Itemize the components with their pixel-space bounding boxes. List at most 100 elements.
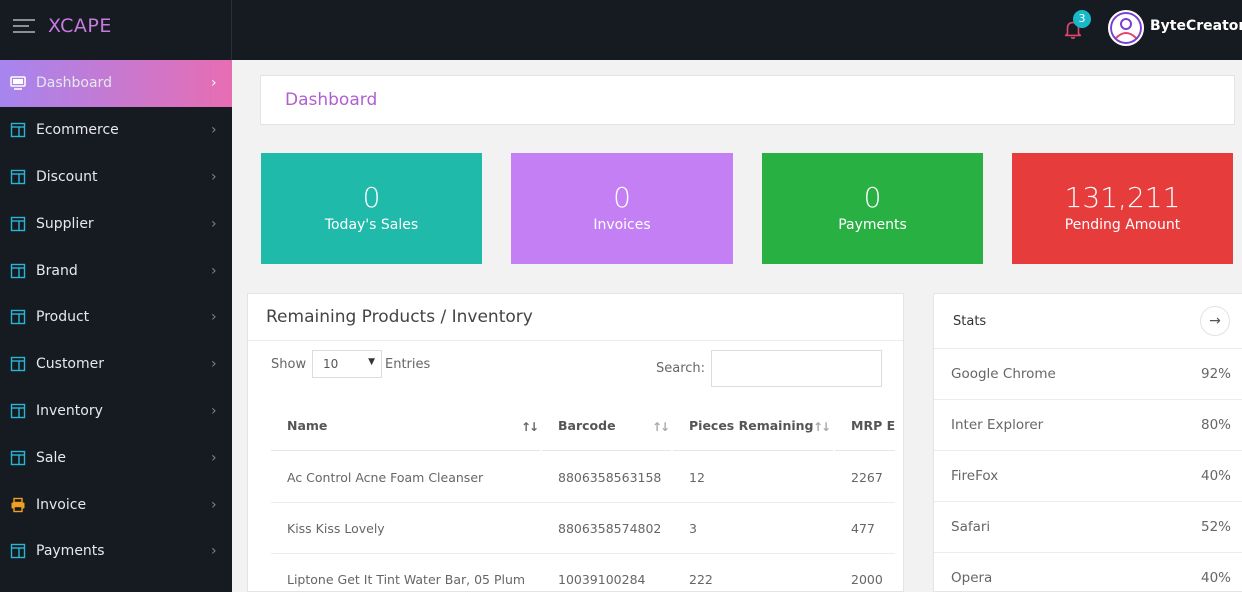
stat-label: Invoices [593, 217, 651, 233]
search-input[interactable] [711, 350, 882, 387]
entries-select-value: 10 [323, 357, 339, 371]
sidebar-item-sale[interactable]: Sale › [0, 434, 232, 481]
layout-icon [10, 544, 26, 559]
user-avatar[interactable] [1108, 10, 1144, 46]
sidebar-item-dashboard[interactable]: Dashboard › [0, 60, 232, 107]
chevron-right-icon: › [211, 122, 217, 139]
stats-row: Inter Explorer 80% [934, 399, 1242, 450]
sidebar-item-ecommerce[interactable]: Ecommerce › [0, 107, 232, 154]
stats-row: FireFox 40% [934, 450, 1242, 501]
sidebar-item-label: Payments [36, 543, 105, 560]
layout-icon [10, 450, 26, 465]
column-header-label: Pieces Remaining [689, 418, 814, 433]
sidebar-item-label: Customer [36, 356, 105, 373]
layout-icon [10, 122, 26, 138]
cell-barcode: 10039100284 [558, 572, 646, 587]
sort-icon: ↑↓ [813, 420, 831, 434]
show-label: Show [271, 357, 307, 372]
stat-value: 131,211 [1064, 181, 1181, 214]
sidebar-item-brand[interactable]: Brand › [0, 247, 232, 294]
monitor-icon [10, 76, 26, 91]
printer-icon [11, 497, 25, 512]
sidebar-item-label: Dashboard [36, 75, 112, 92]
cell-mrp: 2000 [851, 572, 883, 587]
layout-icon [10, 169, 26, 185]
sidebar-item-label: Inventory [36, 402, 103, 419]
sidebar-item-inventory[interactable]: Inventory › [0, 388, 232, 435]
stats-name: Google Chrome [951, 366, 1056, 382]
entries-label: Entries [385, 357, 431, 372]
sidebar-item-supplier[interactable]: Supplier › [0, 200, 232, 247]
chevron-right-icon: › [211, 75, 217, 92]
caret-down-icon: ▼ [368, 357, 375, 367]
app-logo[interactable]: XCAPE [48, 15, 112, 37]
sidebar-item-discount[interactable]: Discount › [0, 154, 232, 201]
inventory-table: Name ↑↓ Barcode ↑↓ Pieces Remaining ↑↓ M… [271, 401, 895, 592]
stats-name: Safari [951, 519, 991, 535]
stats-value: 80% [1200, 417, 1231, 433]
stat-value: 0 [863, 181, 882, 214]
column-header-label: Barcode [558, 418, 616, 433]
inventory-panel: Remaining Products / Inventory Show 10 ▼… [247, 293, 904, 592]
stats-name: Inter Explorer [951, 417, 1044, 433]
stats-row: Safari 52% [934, 501, 1242, 552]
notification-count-badge: 3 [1073, 10, 1091, 28]
layout-icon [10, 216, 26, 231]
page-header: Dashboard [260, 75, 1235, 125]
sidebar-item-customer[interactable]: Customer › [0, 341, 232, 388]
sidebar-item-label: Discount [36, 168, 98, 185]
user-avatar-icon [1110, 12, 1142, 44]
chevron-right-icon: › [211, 309, 217, 326]
top-bar: XCAPE 3 ByteCreators [0, 0, 1242, 60]
stats-value: 40% [1200, 570, 1231, 586]
page-title: Dashboard [285, 90, 378, 110]
cell-name: Kiss Kiss Lovely [287, 521, 385, 536]
menu-toggle-icon[interactable] [13, 19, 35, 37]
table-row[interactable]: Kiss Kiss Lovely 8806358574802 3 477 [271, 503, 895, 554]
sidebar-item-label: Brand [36, 262, 78, 279]
sort-icon: ↑↓ [521, 420, 539, 434]
stat-label: Today's Sales [324, 217, 419, 233]
table-row[interactable]: Liptone Get It Tint Water Bar, 05 Plum 1… [271, 554, 895, 592]
sidebar-item-label: Ecommerce [36, 122, 119, 139]
sidebar-item-payments[interactable]: Payments › [0, 528, 232, 575]
chevron-right-icon: › [211, 449, 217, 466]
stat-card-todays-sales: 0 Today's Sales [261, 153, 482, 264]
cell-barcode: 8806358574802 [558, 521, 662, 536]
arrow-right-icon[interactable]: → [1200, 306, 1230, 336]
sidebar-item-label: Product [36, 309, 90, 326]
chevron-right-icon: › [211, 168, 217, 185]
column-header-mrp[interactable]: MRP Ex [835, 401, 895, 451]
stats-title: Stats [953, 314, 987, 329]
cell-name: Ac Control Acne Foam Cleanser [287, 470, 484, 485]
sidebar-item-invoice[interactable]: Invoice › [0, 481, 232, 528]
inventory-title: Remaining Products / Inventory [266, 307, 533, 327]
cell-pieces: 12 [689, 470, 705, 485]
chevron-right-icon: › [211, 402, 217, 419]
stats-value: 92% [1200, 366, 1231, 382]
stat-card-pending-amount: 131,211 Pending Amount [1012, 153, 1233, 264]
chevron-right-icon: › [211, 356, 217, 373]
chevron-right-icon: › [211, 215, 217, 232]
column-header-label: Name [287, 418, 328, 433]
cell-barcode: 8806358563158 [558, 470, 662, 485]
stats-row: Opera 40% [934, 552, 1242, 592]
stat-value: 0 [613, 181, 631, 214]
column-header-barcode[interactable]: Barcode ↑↓ [542, 401, 671, 451]
sidebar-item-label: Sale [36, 449, 66, 466]
entries-select[interactable]: 10 ▼ [312, 350, 382, 378]
table-row[interactable]: Ac Control Acne Foam Cleanser 8806358563… [271, 452, 895, 503]
column-header-pieces-remaining[interactable]: Pieces Remaining ↑↓ [673, 401, 833, 451]
sidebar-item-product[interactable]: Product › [0, 294, 232, 341]
user-name[interactable]: ByteCreators [1150, 18, 1242, 34]
chevron-right-icon: › [211, 496, 217, 513]
chevron-right-icon: › [211, 262, 217, 279]
stat-label: Pending Amount [1064, 217, 1181, 233]
stat-card-invoices: 0 Invoices [511, 153, 733, 264]
layout-icon [10, 403, 26, 419]
stats-value: 52% [1200, 519, 1231, 535]
column-header-name[interactable]: Name ↑↓ [271, 401, 540, 451]
stat-value: 0 [362, 181, 381, 214]
cell-mrp: 477 [851, 521, 875, 536]
search-label: Search: [656, 361, 706, 376]
